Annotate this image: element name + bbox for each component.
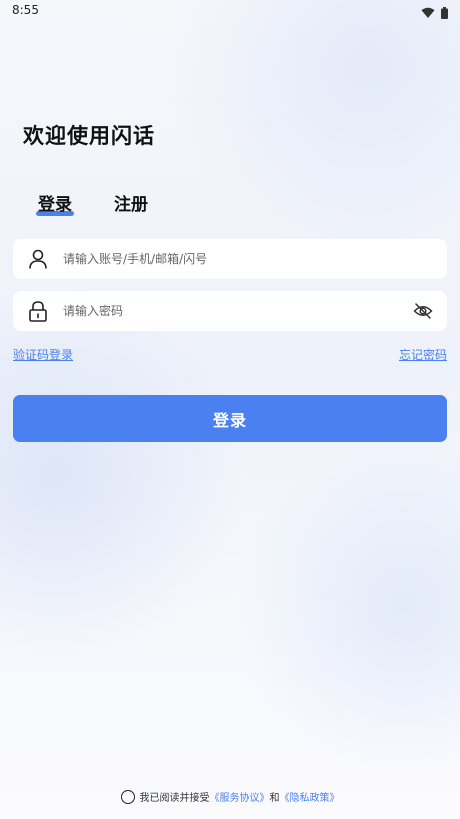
- account-field: [13, 239, 447, 279]
- code-login-link[interactable]: 验证码登录: [13, 346, 73, 363]
- agreement-row: 我已阅读并接受 《服务协议》 和 《隐私政策》: [0, 789, 460, 804]
- wifi-icon: [421, 4, 435, 23]
- eye-off-icon[interactable]: [413, 302, 433, 320]
- agreement-prefix: 我已阅读并接受: [139, 793, 210, 804]
- forgot-password-link[interactable]: 忘记密码: [399, 346, 447, 363]
- password-input[interactable]: [63, 291, 403, 331]
- status-bar: 8:55: [0, 0, 460, 22]
- password-field: [13, 291, 447, 331]
- agreement-conjunction: 和: [269, 793, 280, 804]
- welcome-title: 欢迎使用闪话: [23, 124, 155, 148]
- auth-tabs: 登录 注册: [36, 190, 148, 216]
- tab-register[interactable]: 注册: [114, 190, 148, 216]
- privacy-link[interactable]: 《隐私政策》: [280, 789, 340, 804]
- tab-login-label: 登录: [38, 195, 72, 215]
- user-icon: [27, 248, 49, 270]
- agreement-checkbox[interactable]: [120, 789, 135, 804]
- login-button[interactable]: 登录: [13, 395, 447, 442]
- battery-icon: [441, 4, 448, 23]
- status-icons: [421, 4, 448, 23]
- lock-icon: [27, 300, 49, 322]
- status-time: 8:55: [12, 3, 39, 17]
- tab-register-label: 注册: [114, 195, 148, 215]
- terms-link[interactable]: 《服务协议》: [210, 789, 270, 804]
- account-input[interactable]: [63, 239, 403, 279]
- tab-login[interactable]: 登录: [36, 190, 74, 216]
